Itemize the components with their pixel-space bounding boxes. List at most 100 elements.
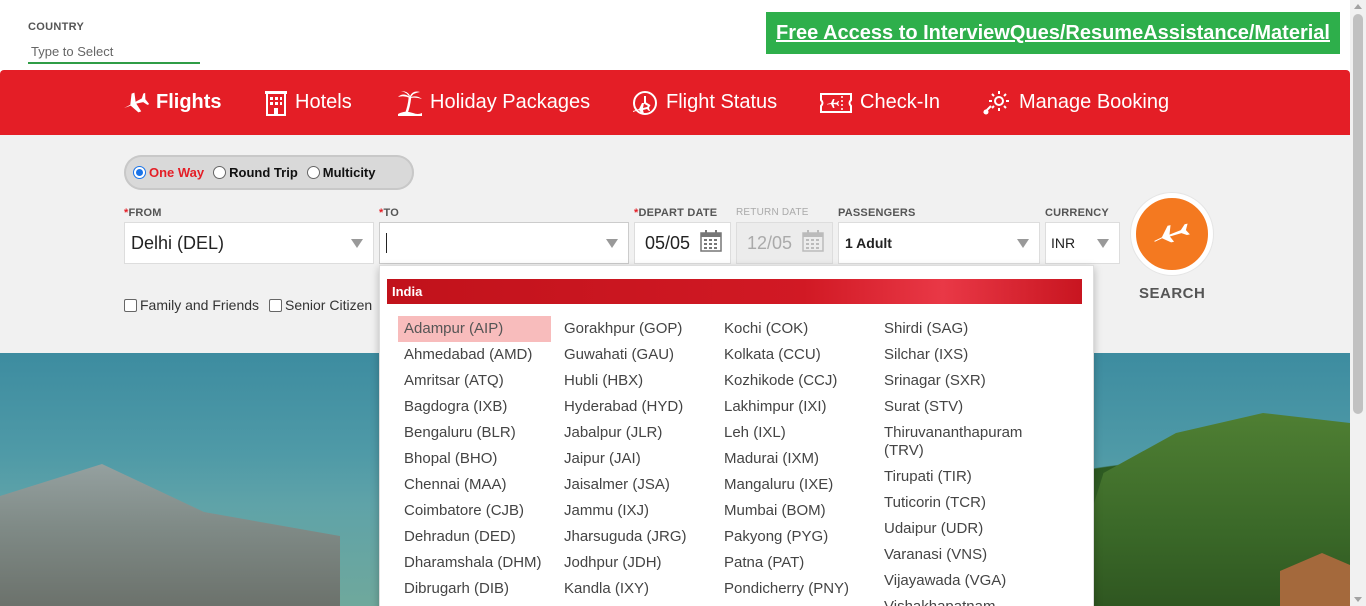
return-date-value: 12/05 bbox=[747, 232, 793, 253]
passengers-select[interactable]: 1 Adult bbox=[838, 222, 1040, 264]
from-select[interactable]: Delhi (DEL) bbox=[124, 222, 374, 264]
airport-option[interactable]: Bagdogra (IXB) bbox=[398, 394, 558, 420]
nav-holiday-packages[interactable]: Holiday Packages bbox=[397, 70, 590, 135]
airport-option[interactable]: Dharamshala (DHM) bbox=[398, 550, 558, 576]
airport-option[interactable]: Vishakhapatnam bbox=[878, 594, 1038, 606]
calendar-icon[interactable] bbox=[700, 230, 722, 257]
airport-option[interactable]: Coimbatore (CJB) bbox=[398, 498, 558, 524]
scrollbar-thumb[interactable] bbox=[1353, 14, 1363, 414]
nav-label: Manage Booking bbox=[1019, 91, 1170, 113]
airport-option[interactable]: Tuticorin (TCR) bbox=[878, 490, 1038, 516]
multicity-radio[interactable]: Multicity bbox=[306, 165, 376, 180]
airport-option[interactable]: Jodhpur (JDH) bbox=[558, 550, 718, 576]
airport-option[interactable]: Lakhimpur (IXI) bbox=[718, 394, 878, 420]
airport-option[interactable]: Udaipur (UDR) bbox=[878, 516, 1038, 542]
from-label: *FROM bbox=[124, 207, 162, 219]
destination-dropdown: India Adampur (AIP) Ahmedabad (AMD) Amrits… bbox=[379, 265, 1094, 606]
airport-option[interactable]: Jharsuguda (JRG) bbox=[558, 524, 718, 550]
airport-option[interactable]: Bhopal (BHO) bbox=[398, 446, 558, 472]
nav-hotels[interactable]: Hotels bbox=[264, 70, 352, 135]
trip-type-selector: One Way Round Trip Multicity bbox=[124, 155, 414, 190]
return-date-input[interactable]: 12/05 bbox=[736, 222, 833, 264]
airport-option[interactable]: Patna (PAT) bbox=[718, 550, 878, 576]
airport-option[interactable]: Madurai (IXM) bbox=[718, 446, 878, 472]
checkbox-label: Senior Citizen bbox=[285, 297, 373, 313]
airport-option[interactable]: Vijayawada (VGA) bbox=[878, 568, 1038, 594]
airport-option[interactable]: Kolkata (CCU) bbox=[718, 342, 878, 368]
chevron-down-icon bbox=[606, 239, 618, 248]
airport-option[interactable]: Tirupati (TIR) bbox=[878, 464, 1038, 490]
airport-option[interactable]: Ahmedabad (AMD) bbox=[398, 342, 558, 368]
nav-check-in[interactable]: Check-In bbox=[819, 70, 940, 135]
dropdown-group-header: India bbox=[387, 279, 1082, 304]
promo-link[interactable]: Free Access to InterviewQues/ResumeAssis… bbox=[766, 12, 1340, 54]
currency-select[interactable]: INR bbox=[1045, 222, 1120, 264]
airport-option[interactable]: Jaipur (JAI) bbox=[558, 446, 718, 472]
airport-option[interactable]: Srinagar (SXR) bbox=[878, 368, 1038, 394]
airport-option[interactable]: Pondicherry (PNY) bbox=[718, 576, 878, 602]
country-input[interactable] bbox=[28, 40, 200, 64]
airport-option[interactable]: Jabalpur (JLR) bbox=[558, 420, 718, 446]
airport-option[interactable]: Kochi (COK) bbox=[718, 316, 878, 342]
family-friends-checkbox[interactable]: Family and Friends bbox=[124, 297, 259, 313]
passengers-value: 1 Adult bbox=[845, 235, 892, 251]
radio-label: Round Trip bbox=[229, 165, 298, 180]
airport-option[interactable]: Surat (STV) bbox=[878, 394, 1038, 420]
round-trip-radio[interactable]: Round Trip bbox=[213, 165, 298, 180]
airport-option[interactable]: Mangaluru (IXE) bbox=[718, 472, 878, 498]
airport-option[interactable]: Varanasi (VNS) bbox=[878, 542, 1038, 568]
scroll-down-icon[interactable] bbox=[1354, 597, 1362, 602]
chevron-down-icon bbox=[1017, 239, 1029, 248]
airport-option[interactable]: Kandla (IXY) bbox=[558, 576, 718, 602]
nav-label: Check-In bbox=[860, 91, 941, 113]
nav-label: Hotels bbox=[295, 91, 352, 113]
calendar-icon bbox=[802, 230, 824, 257]
nav-label: Flights bbox=[156, 91, 222, 113]
airport-option[interactable]: Shirdi (SAG) bbox=[878, 316, 1038, 342]
airport-option[interactable]: Dehradun (DED) bbox=[398, 524, 558, 550]
airplane-icon bbox=[121, 90, 149, 116]
search-button[interactable] bbox=[1131, 193, 1213, 275]
nav-label: Holiday Packages bbox=[430, 91, 591, 113]
airport-option[interactable]: Adampur (AIP) bbox=[398, 316, 551, 342]
nav-flights[interactable]: Flights bbox=[121, 70, 222, 135]
airport-option[interactable]: Hyderabad (HYD) bbox=[558, 394, 718, 420]
dropdown-column: Gorakhpur (GOP) Guwahati (GAU) Hubli (HBX)… bbox=[558, 316, 718, 602]
nav-flight-status[interactable]: Flight Status bbox=[631, 70, 777, 135]
chevron-down-icon bbox=[1097, 239, 1109, 248]
radio-dot bbox=[133, 166, 146, 179]
airport-option[interactable]: Jammu (IXJ) bbox=[558, 498, 718, 524]
airport-option[interactable]: Bengaluru (BLR) bbox=[398, 420, 558, 446]
airport-option[interactable]: Guwahati (GAU) bbox=[558, 342, 718, 368]
airport-option[interactable]: Pakyong (PYG) bbox=[718, 524, 878, 550]
dropdown-column: Shirdi (SAG) Silchar (IXS) Srinagar (SXR) S… bbox=[878, 316, 1038, 606]
airport-option[interactable]: Mumbai (BOM) bbox=[718, 498, 878, 524]
airport-option[interactable]: Hubli (HBX) bbox=[558, 368, 718, 394]
nav-manage-booking[interactable]: Manage Booking bbox=[982, 70, 1169, 135]
page-scrollbar[interactable] bbox=[1350, 0, 1366, 606]
airport-option[interactable]: Silchar (IXS) bbox=[878, 342, 1038, 368]
radio-dot bbox=[306, 166, 320, 179]
airport-option[interactable]: Jaisalmer (JSA) bbox=[558, 472, 718, 498]
airport-option[interactable]: Thiruvananthapuram (TRV) bbox=[878, 420, 1038, 464]
checkbox-label: Family and Friends bbox=[140, 297, 260, 313]
one-way-radio[interactable]: One Way bbox=[133, 165, 204, 180]
airport-option[interactable]: Amritsar (ATQ) bbox=[398, 368, 558, 394]
radio-dot bbox=[213, 166, 227, 179]
airport-option[interactable]: Gorakhpur (GOP) bbox=[558, 316, 718, 342]
airport-option[interactable]: Kozhikode (CCJ) bbox=[718, 368, 878, 394]
depart-date-input[interactable]: 05/05 bbox=[634, 222, 731, 264]
from-value: Delhi (DEL) bbox=[131, 232, 225, 253]
senior-citizen-checkbox[interactable]: Senior Citizen bbox=[269, 297, 372, 313]
dropdown-column: Adampur (AIP) Ahmedabad (AMD) Amritsar (AT… bbox=[398, 316, 558, 602]
to-select[interactable] bbox=[379, 222, 629, 264]
scroll-up-icon[interactable] bbox=[1354, 4, 1362, 9]
airport-option[interactable]: Leh (IXL) bbox=[718, 420, 878, 446]
airport-option[interactable]: Dibrugarh (DIB) bbox=[398, 576, 558, 602]
checkbox-box bbox=[269, 298, 282, 312]
currency-value: INR bbox=[1051, 235, 1076, 251]
airport-option[interactable]: Chennai (MAA) bbox=[398, 472, 558, 498]
depart-date-label: *DEPART DATE bbox=[634, 207, 718, 219]
airplane-icon bbox=[1151, 221, 1193, 248]
hotel-icon bbox=[264, 89, 288, 117]
